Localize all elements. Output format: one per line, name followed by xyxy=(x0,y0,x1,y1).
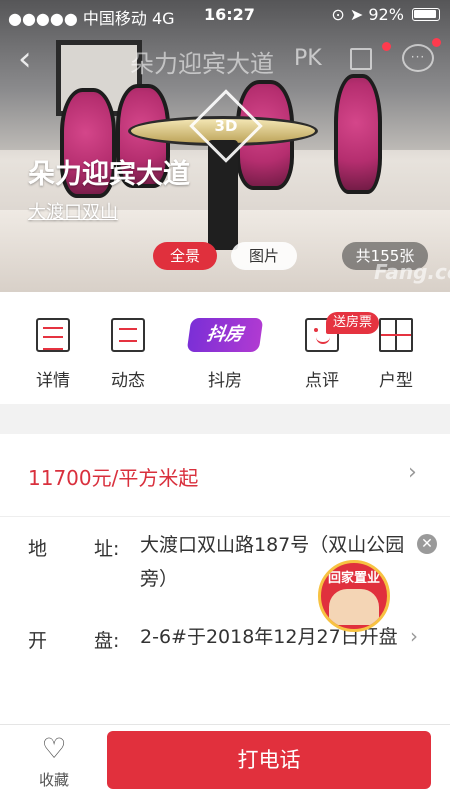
message-dot xyxy=(432,38,441,47)
call-button[interactable]: 打电话 xyxy=(107,731,431,789)
ad-text: 回家置业 xyxy=(327,571,380,586)
nav-news[interactable]: 动态 xyxy=(98,318,158,391)
hero-title: 朵力迎宾大道 xyxy=(28,159,190,190)
chair xyxy=(334,74,382,194)
nav-label: 点评 xyxy=(305,371,339,391)
heart-icon: ♡ xyxy=(41,732,67,765)
navbar-title: 朵力迎宾大道 xyxy=(130,50,274,78)
home-buying-ad[interactable]: 回家置业 xyxy=(318,560,390,632)
pk-button[interactable]: PK xyxy=(294,46,322,71)
nav-label: 详情 xyxy=(36,371,70,391)
rotation-lock-icon: ⊙ xyxy=(331,5,345,24)
close-icon[interactable]: ✕ xyxy=(417,534,437,554)
3d-label: 3D xyxy=(214,117,238,135)
divider xyxy=(0,516,450,517)
location-icon: ➤ xyxy=(349,5,364,24)
chevron-right-icon[interactable]: › xyxy=(408,460,417,485)
opening-label-2: 盘: xyxy=(94,630,120,652)
battery-icon xyxy=(412,8,440,21)
message-icon[interactable]: ··· xyxy=(402,44,434,72)
price[interactable]: 11700元/平方米起 xyxy=(28,462,198,491)
floorplan-icon xyxy=(379,318,413,352)
area-link[interactable]: 大渡口双山 xyxy=(28,198,118,224)
carrier-signal: ●●●●● 中国移动 4G xyxy=(8,9,175,28)
nav-doufang[interactable]: 抖房 抖房 xyxy=(181,318,269,391)
status-bar: ●●●●● 中国移动 4G 16:27 ⊙ ➤ 92% xyxy=(0,0,450,30)
chevron-right-icon[interactable]: › xyxy=(410,624,418,648)
opening-label: 开 盘: xyxy=(28,626,119,653)
address-label-1: 地 xyxy=(28,538,48,560)
favorite-button[interactable]: ♡ 收藏 xyxy=(28,733,80,790)
top-navbar: ‹ 朵力迎宾大道 PK ··· xyxy=(0,36,450,84)
favorite-label: 收藏 xyxy=(38,771,69,789)
back-icon[interactable]: ‹ xyxy=(18,42,48,78)
nav-floorplan[interactable]: 户型 xyxy=(366,318,426,391)
notification-dot xyxy=(382,42,391,51)
doufang-logo: 抖房 xyxy=(186,318,264,352)
address-label: 地 址: xyxy=(28,534,119,561)
nav-details[interactable]: 详情 xyxy=(23,318,83,391)
opening-label-1: 开 xyxy=(28,630,48,652)
watermark: Fang.com xyxy=(374,260,450,284)
status-right: ⊙ ➤ 92% xyxy=(331,5,440,24)
clock: 16:27 xyxy=(204,5,255,24)
tab-panorama[interactable]: 全景 xyxy=(153,242,217,270)
details-icon xyxy=(36,318,70,352)
hero-image[interactable]: ●●●●● 中国移动 4G 16:27 ⊙ ➤ 92% ‹ 朵力迎宾大道 PK … xyxy=(0,0,450,292)
news-icon xyxy=(111,318,145,352)
family-illustration xyxy=(329,589,379,625)
nav-label: 户型 xyxy=(379,371,413,391)
quick-nav: 详情 动态 抖房 抖房 点评 送房票 户型 xyxy=(0,292,450,404)
tab-photos[interactable]: 图片 xyxy=(231,242,297,270)
nav-label: 动态 xyxy=(111,371,145,391)
battery-percent: 92% xyxy=(368,5,404,24)
nav-label: 抖房 xyxy=(208,371,242,391)
share-icon[interactable] xyxy=(350,48,372,70)
bottom-bar: ♡ 收藏 打电话 xyxy=(0,724,450,800)
address-label-2: 址: xyxy=(94,538,120,560)
